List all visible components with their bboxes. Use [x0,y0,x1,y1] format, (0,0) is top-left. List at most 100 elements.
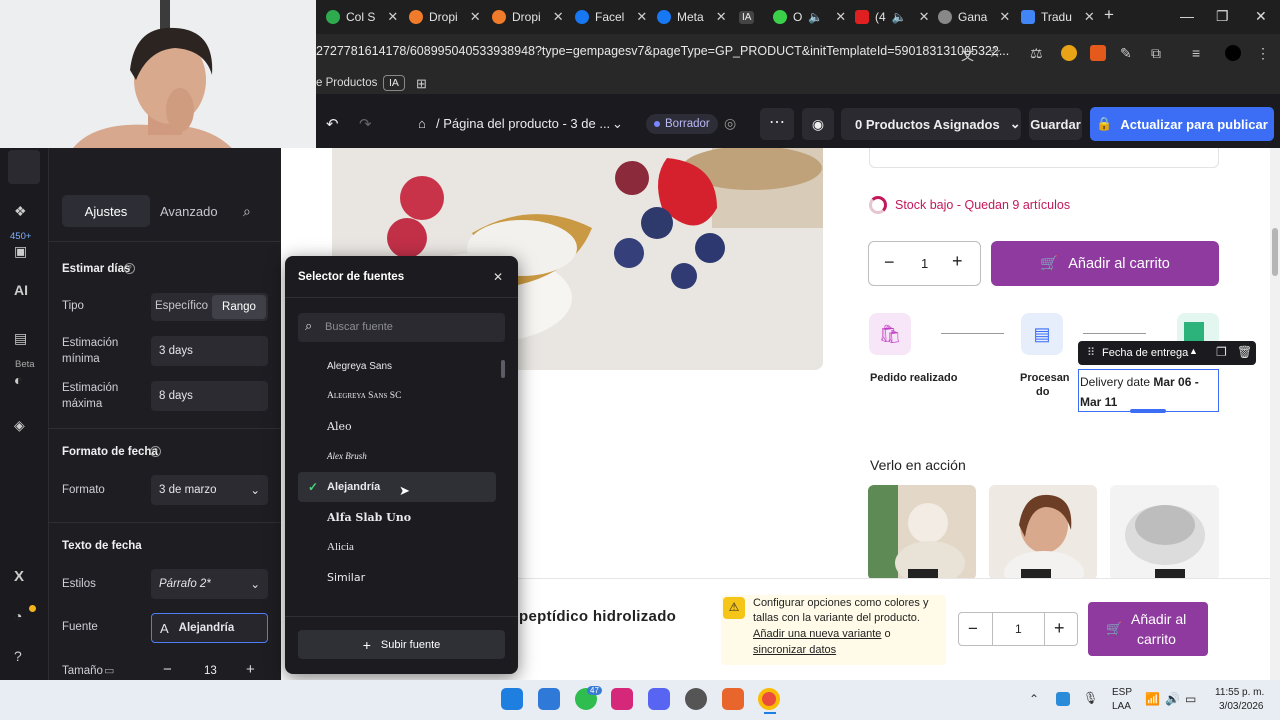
add-to-cart-button[interactable]: 🛒 Añadir al carrito [991,241,1219,286]
rail-active-item[interactable] [8,150,40,184]
trash-icon[interactable]: 🗑 [1237,345,1252,359]
apps-grid-icon[interactable]: ⊞ [416,76,427,92]
format-select[interactable]: 3 de marzo ⌄ [151,475,268,505]
help-icon[interactable]: ? [14,648,34,668]
bookmark-productos[interactable]: e Productos [316,77,377,89]
styles-select[interactable]: Párrafo 2* ⌄ [151,569,268,599]
font-option[interactable]: Aleo [298,411,496,441]
tab-settings[interactable]: Ajustes [62,195,150,227]
close-icon[interactable]: ✕ [716,9,727,25]
add-variant-link[interactable]: Añadir una nueva variante [753,628,881,640]
battery-icon[interactable]: ▭ [1185,692,1196,706]
bookmark-ia[interactable]: IA [383,75,405,91]
duplicate-icon[interactable]: ❐ [1216,345,1227,359]
preview-eye-icon[interactable]: ◉ [802,108,834,140]
url-field[interactable]: 2727781614178/608995040533938948?type=ge… [316,44,1009,58]
clock-time[interactable]: 11:55 p. m. [1215,687,1264,698]
theme-icon[interactable]: ◐ [14,372,34,392]
font-option[interactable]: Alicia [298,532,496,562]
browser-tab[interactable]: (4 🔈 ✕ [855,6,930,28]
caret-up-icon[interactable]: ▲ [1189,346,1198,356]
font-list-scrollbar[interactable] [501,360,505,378]
font-option-selected[interactable]: ✓ Alejandría [298,472,496,502]
components-icon[interactable]: ❖ [14,203,34,223]
size-input[interactable]: 13 [204,665,217,677]
close-icon[interactable]: ✕ [493,270,503,284]
translate-page-icon[interactable]: 文 [961,45,977,63]
browser-tab[interactable]: Meta ✕ [657,6,727,28]
wifi-icon[interactable]: 📶 [1145,692,1160,706]
resize-handle[interactable] [1130,409,1166,413]
publish-button[interactable]: 🔒 Actualizar para publicar [1090,107,1274,141]
close-icon[interactable]: ✕ [1084,9,1095,25]
undo-icon[interactable]: ↶ [326,115,339,133]
close-icon[interactable]: ✕ [835,9,846,25]
video-thumbnail[interactable] [989,485,1097,580]
qty-decrement-button[interactable]: − [884,252,895,273]
close-icon[interactable]: ✕ [919,9,930,25]
extension-icon[interactable]: ⚖ [1030,45,1046,61]
media-icon[interactable]: ≡ [1192,45,1208,61]
extension-icon[interactable] [1090,45,1106,61]
discord-icon[interactable] [648,688,670,710]
close-icon[interactable]: ✕ [636,9,647,25]
menu-icon[interactable]: ⋮ [1256,45,1272,61]
page-title[interactable]: / Página del producto - 3 de ... [436,116,610,131]
close-icon[interactable]: ✕ [387,9,398,25]
extension-icon[interactable] [1061,45,1077,61]
video-thumbnail[interactable] [1110,485,1219,580]
close-icon[interactable]: ✕ [999,9,1010,25]
windows-start-icon[interactable] [501,688,523,710]
input-language-1[interactable]: ESP [1112,687,1132,698]
browser-tab[interactable]: Dropi ✕ [409,6,481,28]
ai-icon[interactable]: AI [14,282,34,302]
defender-icon[interactable] [1056,692,1070,706]
microphone-icon[interactable]: 🎙 [1083,691,1098,705]
browser-tab[interactable]: O 🔈 ✕ [773,6,846,28]
openai-icon[interactable] [685,688,707,710]
qty-input[interactable]: 1 [921,256,928,271]
drag-handle-icon[interactable]: ⠿ [1087,346,1095,359]
decrement-button[interactable]: − [163,661,172,678]
x-social-icon[interactable]: X [14,568,34,588]
font-select[interactable]: A Alejandría [151,613,268,643]
tray-chevron-icon[interactable]: ⌃ [1029,692,1039,706]
profile-avatar[interactable] [1225,45,1241,61]
pages-icon[interactable]: ▤ [14,330,34,350]
sticky-qty-input[interactable]: 1 [1015,622,1022,636]
info-icon[interactable]: ? [124,263,135,274]
sections-icon[interactable]: ▣ [14,243,34,263]
min-estimate-input[interactable]: 3 days [151,336,268,366]
max-estimate-input[interactable]: 8 days [151,381,268,411]
chevron-down-icon[interactable]: ⌄ [612,116,623,132]
font-option[interactable]: Alegreya Sans SC [298,381,496,411]
search-icon[interactable]: ⌕ [243,203,251,220]
chrome-icon[interactable] [758,688,780,710]
sync-data-link[interactable]: sincronizar datos [753,644,836,656]
bookmark-star-icon[interactable]: ☆ [988,43,1004,61]
save-button[interactable]: Guardar [1029,108,1082,140]
type-range-option[interactable]: Rango [212,295,266,319]
store-icon[interactable] [538,688,560,710]
close-window-button[interactable]: ✕ [1255,8,1267,25]
upload-font-button[interactable]: + Subir fuente [298,630,505,659]
qty-increment-button[interactable]: + [952,251,963,272]
increment-button[interactable]: + [246,661,255,678]
font-option[interactable]: Alex Brush [298,441,496,471]
layers-icon[interactable]: ◈ [14,417,34,437]
font-option[interactable]: Alfa Slab Uno [298,502,496,532]
new-tab-button[interactable]: + [1104,5,1114,25]
device-icon[interactable]: ▭ [104,664,114,677]
font-option[interactable]: Alegreya Sans [298,351,496,381]
redo-icon[interactable]: ↷ [359,115,372,133]
close-icon[interactable]: ✕ [470,9,481,25]
browser-tab[interactable]: Gana ✕ [938,6,1010,28]
close-icon[interactable]: ✕ [553,9,564,25]
browser-tab-active[interactable]: IA [739,6,755,28]
browser-tab[interactable]: Dropi ✕ [492,6,564,28]
puzzle-icon[interactable]: ⧉ [1151,45,1167,61]
eyedropper-icon[interactable]: ✎ [1120,45,1136,61]
input-language-2[interactable]: LAA [1112,701,1131,712]
minimize-button[interactable]: — [1180,8,1194,24]
restore-button[interactable]: ❐ [1216,8,1229,25]
